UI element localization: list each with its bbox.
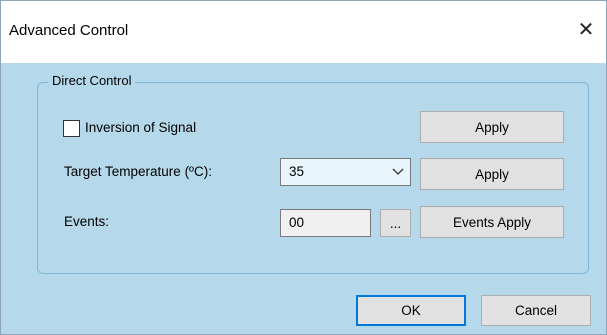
temperature-apply-button[interactable]: Apply — [420, 158, 564, 190]
groupbox-label: Direct Control — [48, 73, 136, 88]
events-label: Events: — [64, 214, 110, 229]
inversion-checkbox[interactable] — [63, 120, 80, 137]
events-browse-button[interactable]: ... — [380, 209, 411, 237]
target-temperature-combobox[interactable]: 35 — [280, 158, 411, 186]
events-field[interactable]: 00 — [280, 209, 371, 237]
target-temperature-label: Target Temperature (ºC): — [64, 164, 212, 179]
title-bar: Advanced Control ✕ — [1, 1, 606, 63]
ok-button[interactable]: OK — [356, 295, 466, 326]
inversion-apply-button[interactable]: Apply — [420, 111, 564, 143]
chevron-down-icon[interactable] — [392, 165, 404, 177]
close-button[interactable]: ✕ — [566, 13, 606, 45]
cancel-button[interactable]: Cancel — [481, 295, 591, 326]
events-value: 00 — [289, 215, 305, 230]
dialog-body: Direct Control Inversion of Signal Apply… — [1, 63, 606, 334]
target-temperature-value: 35 — [289, 164, 305, 179]
close-icon: ✕ — [577, 18, 595, 41]
window-title: Advanced Control — [9, 22, 129, 39]
advanced-control-dialog: Advanced Control ✕ Direct Control Invers… — [0, 0, 607, 335]
events-apply-button[interactable]: Events Apply — [420, 206, 564, 238]
inversion-label[interactable]: Inversion of Signal — [85, 120, 196, 135]
